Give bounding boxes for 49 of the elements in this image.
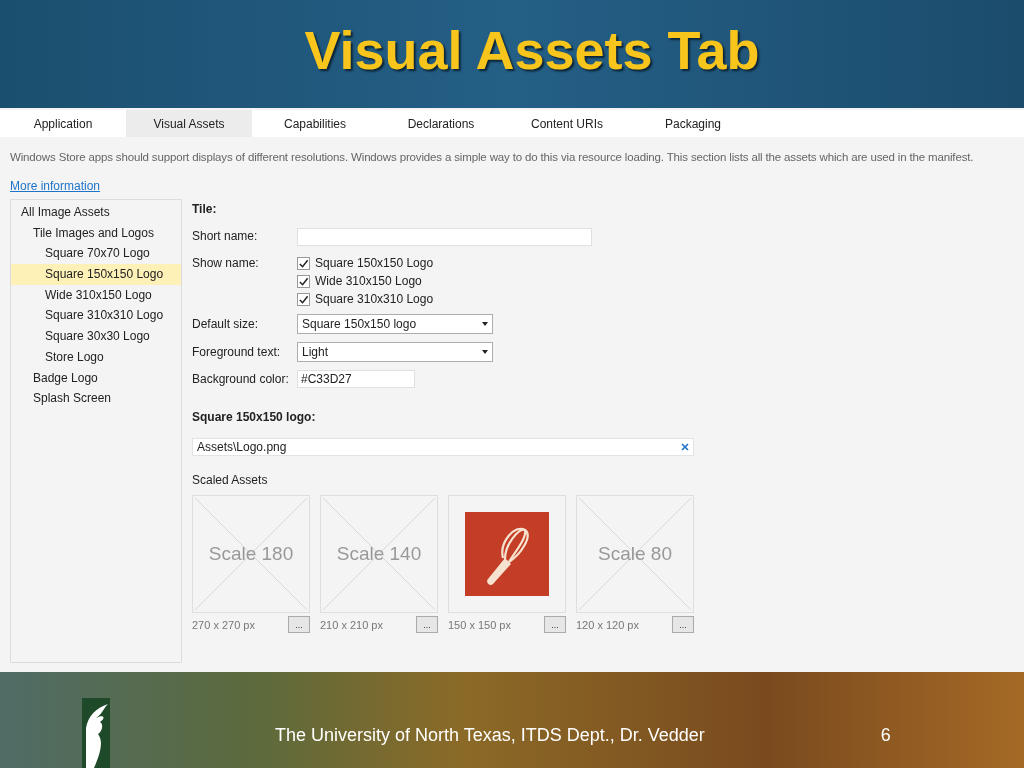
tree-item[interactable]: Square 70x70 Logo [11,243,181,265]
whisk-icon [465,512,549,596]
browse-button[interactable]: ... [288,616,310,633]
tab[interactable]: Visual Assets [126,110,252,137]
checkbox-label: Wide 310x150 Logo [315,274,422,288]
section-heading: Square 150x150 logo: [192,410,317,426]
description-text: Windows Store apps should support displays of different resolutions. Windows provides a simple way to do this via resource loading. This section lists all the assets which are used in the manifest. [10,151,975,163]
checkbox[interactable] [297,256,310,270]
eagle-logo-icon [82,698,110,768]
footer-text: The University of North Texas, ITDS Dept., Dr. Vedder [275,725,705,746]
field-label: Short name: [192,229,259,243]
tree-item[interactable]: Splash Screen [11,388,181,409]
short-name-field[interactable] [297,228,592,246]
background-color-field[interactable]: #C33D27 [297,370,415,388]
close-icon[interactable] [681,443,689,451]
default-size-dropdown[interactable]: Square 150x150 logo [297,314,493,334]
size-label: 210 x 210 px [320,618,383,631]
size-label: 270 x 270 px [192,618,255,631]
path-field[interactable]: Assets\Logo.png [192,438,694,456]
page-number: 6 [880,725,891,746]
field-label: Default size: [192,317,260,331]
more-information-link[interactable]: More information [10,179,101,193]
tree-item[interactable]: Store Logo [11,346,181,368]
field-label: Show name: [192,256,260,270]
browse-button[interactable]: ... [544,616,566,633]
size-label: 150 x 150 px [448,618,511,631]
tree-item[interactable]: Square 310x310 Logo [11,305,181,327]
slide-title: Visual Assets Tab [304,19,760,81]
field-label: Foreground text: [192,345,282,359]
foreground-text-dropdown[interactable]: Light [297,342,493,362]
tree-item[interactable]: Tile Images and Logos [11,222,181,244]
field-label: Background color: [192,372,290,386]
section-heading: Tile: [192,202,218,218]
tree-item[interactable]: Wide 310x150 Logo [11,284,181,306]
caret-icon [482,350,488,354]
caret-icon [482,322,488,326]
scaled-assets-label: Scaled Assets [192,473,269,487]
size-label: 120 x 120 px [576,618,639,631]
checkbox-label: Square 310x310 Logo [315,292,434,306]
checkbox[interactable] [297,292,310,306]
tree-item[interactable]: Square 30x30 Logo [11,326,181,347]
image-slot[interactable] [448,495,566,613]
browse-button[interactable]: ... [672,616,694,633]
checkbox-label: Square 150x150 Logo [315,256,434,270]
tree-item[interactable]: Square 150x150 Logo [11,264,181,285]
tree-item[interactable]: Badge Logo [11,367,181,389]
checkbox[interactable] [297,274,310,288]
browse-button[interactable]: ... [416,616,438,633]
tree-item[interactable]: All Image Assets [11,202,181,223]
